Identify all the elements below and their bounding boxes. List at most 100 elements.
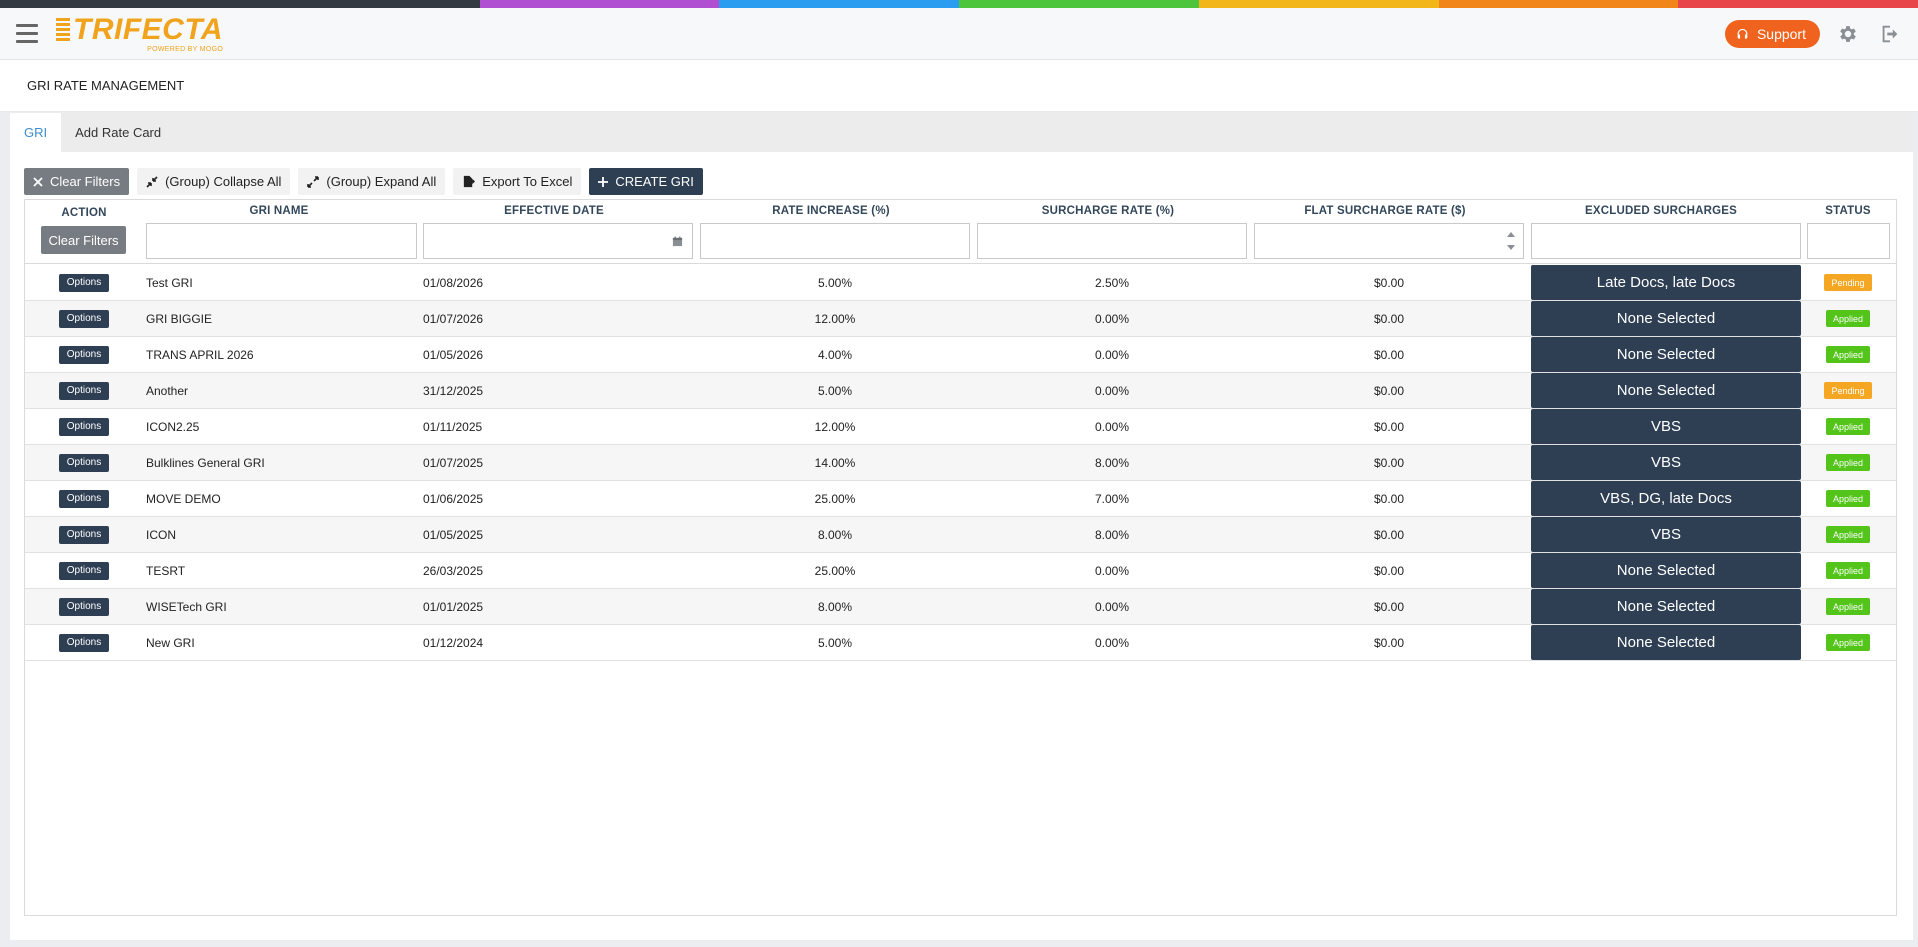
table-row[interactable]: Options WISETech GRI 01/01/2025 8.00% 0.00% $…: [25, 589, 1896, 625]
flat-surcharge-cell: $0.00: [1373, 383, 1405, 398]
excluded-surcharges-cell[interactable]: VBS: [1531, 409, 1801, 444]
table-row[interactable]: Options Another 31/12/2025 5.00% 0.00% $0.00 N…: [25, 373, 1896, 409]
clear-filters-label: Clear Filters: [50, 174, 121, 189]
column-header-rate-increase[interactable]: RATE INCREASE (%): [695, 205, 967, 217]
options-button[interactable]: Options: [58, 417, 110, 436]
excluded-surcharges-cell[interactable]: VBS: [1531, 517, 1801, 552]
plus-icon: [598, 176, 609, 187]
expand-all-button[interactable]: (Group) Expand All: [298, 168, 446, 195]
settings-button[interactable]: [1834, 20, 1862, 48]
column-header-flat-surcharge[interactable]: FLAT SURCHARGE RATE ($): [1249, 205, 1521, 217]
collapse-all-button[interactable]: (Group) Collapse All: [137, 168, 291, 195]
grid-body: Options Test GRI 01/08/2026 5.00% 2.50% $0.00…: [25, 265, 1896, 661]
table-row[interactable]: Options ICON2.25 01/11/2025 12.00% 0.00% $0.0…: [25, 409, 1896, 445]
column-header-gri-name[interactable]: GRI NAME: [143, 205, 415, 217]
excluded-surcharges-cell[interactable]: None Selected: [1531, 625, 1801, 660]
rate-increase-cell: 5.00%: [817, 383, 853, 398]
table-row[interactable]: Options TRANS APRIL 2026 01/05/2026 4.00% 0.…: [25, 337, 1896, 373]
rate-increase-cell: 25.00%: [814, 563, 856, 578]
export-excel-button[interactable]: Export To Excel: [453, 168, 582, 195]
flat-surcharge-cell: $0.00: [1373, 455, 1405, 470]
options-button[interactable]: Options: [58, 309, 110, 328]
table-row[interactable]: Options New GRI 01/12/2024 5.00% 0.00% $0.00 N…: [25, 625, 1896, 661]
rainbow-segment: [239, 0, 480, 8]
excluded-surcharges-cell[interactable]: VBS, DG, late Docs: [1531, 481, 1801, 516]
gri-name-filter-input[interactable]: [146, 223, 417, 259]
status-badge: Applied: [1825, 490, 1871, 507]
headset-icon: [1737, 28, 1748, 39]
status-filter-input[interactable]: [1807, 223, 1890, 259]
table-row[interactable]: Options Bulklines General GRI 01/07/2025 14…: [25, 445, 1896, 481]
status-badge: Applied: [1825, 418, 1871, 435]
rate-increase-filter-input[interactable]: [700, 223, 970, 259]
excluded-surcharges-cell[interactable]: VBS: [1531, 445, 1801, 480]
surcharge-rate-cell: 0.00%: [1094, 311, 1130, 326]
rainbow-segment: [1198, 0, 1439, 8]
rate-increase-cell: 4.00%: [817, 347, 853, 362]
column-header-surcharge-rate[interactable]: SURCHARGE RATE (%): [972, 205, 1244, 217]
gri-name-cell: Another: [146, 383, 189, 398]
action-cell: Options: [25, 553, 143, 588]
calendar-icon[interactable]: [672, 236, 683, 247]
flat-surcharge-filter-input[interactable]: [1254, 223, 1524, 259]
effective-date-cell: 01/06/2025: [423, 491, 484, 506]
excluded-surcharges-cell[interactable]: None Selected: [1531, 553, 1801, 588]
table-row[interactable]: Options ICON 01/05/2025 8.00% 8.00% $0.00 VBS A…: [25, 517, 1896, 553]
effective-date-filter-input[interactable]: [423, 223, 693, 259]
table-row[interactable]: Options MOVE DEMO 01/06/2025 25.00% 7.00% $0.…: [25, 481, 1896, 517]
options-button[interactable]: Options: [58, 633, 110, 652]
options-button[interactable]: Options: [58, 489, 110, 508]
status-badge: Applied: [1825, 346, 1871, 363]
options-button[interactable]: Options: [58, 597, 110, 616]
status-badge: Applied: [1825, 634, 1871, 651]
column-header-effective-date[interactable]: EFFECTIVE DATE: [418, 205, 690, 217]
table-row[interactable]: Options Test GRI 01/08/2026 5.00% 2.50% $0.00…: [25, 265, 1896, 301]
surcharge-rate-filter-input[interactable]: [977, 223, 1247, 259]
gri-name-cell: WISETech GRI: [146, 599, 227, 614]
excluded-surcharges-cell[interactable]: None Selected: [1531, 337, 1801, 372]
surcharge-rate-cell: 0.00%: [1094, 419, 1130, 434]
surcharge-rate-cell: 0.00%: [1094, 383, 1130, 398]
spinner-icon[interactable]: [1507, 230, 1515, 252]
flat-surcharge-cell: $0.00: [1373, 311, 1405, 326]
options-button[interactable]: Options: [58, 525, 110, 544]
flat-surcharge-cell: $0.00: [1373, 599, 1405, 614]
gri-name-cell: Bulklines General GRI: [146, 455, 265, 470]
trifecta-logo[interactable]: TRIFECTA POWERED BY MOGO: [56, 14, 223, 53]
action-cell: Options: [25, 337, 143, 372]
status-cell: Applied: [1801, 481, 1895, 516]
options-button[interactable]: Options: [58, 561, 110, 580]
column-header-status[interactable]: STATUS: [1801, 205, 1895, 217]
clear-filters-button[interactable]: Clear Filters: [24, 168, 130, 195]
excluded-surcharges-cell[interactable]: Late Docs, late Docs: [1531, 265, 1801, 300]
effective-date-cell: 01/08/2026: [423, 275, 484, 290]
table-row[interactable]: Options TESRT 26/03/2025 25.00% 0.00% $0.00 No…: [25, 553, 1896, 589]
header-clear-filters-button[interactable]: Clear Filters: [41, 226, 126, 254]
flat-surcharge-cell: $0.00: [1373, 347, 1405, 362]
options-button[interactable]: Options: [58, 381, 110, 400]
options-button[interactable]: Options: [58, 345, 110, 364]
logout-button[interactable]: [1876, 20, 1904, 48]
support-button[interactable]: Support: [1724, 20, 1820, 48]
column-header-excluded-surcharges[interactable]: EXCLUDED SURCHARGES: [1525, 205, 1797, 217]
rainbow-segment: [1678, 0, 1918, 8]
tab-add-rate-card[interactable]: Add Rate Card: [61, 113, 175, 152]
rate-increase-cell: 8.00%: [817, 527, 853, 542]
table-row[interactable]: Options GRI BIGGIE 01/07/2026 12.00% 0.00% $0…: [25, 301, 1896, 337]
flat-surcharge-cell: $0.00: [1373, 527, 1405, 542]
excluded-surcharges-filter-input[interactable]: [1531, 223, 1801, 259]
status-badge: Applied: [1825, 562, 1871, 579]
surcharge-rate-cell: 8.00%: [1094, 455, 1130, 470]
excluded-surcharges-cell[interactable]: None Selected: [1531, 373, 1801, 408]
create-gri-button[interactable]: CREATE GRI: [589, 168, 703, 195]
rainbow-segment: [1438, 0, 1679, 8]
menu-icon[interactable]: [16, 24, 38, 43]
excluded-surcharges-cell[interactable]: None Selected: [1531, 301, 1801, 336]
action-cell: Options: [25, 265, 143, 300]
excluded-surcharges-cell[interactable]: None Selected: [1531, 589, 1801, 624]
tab-gri[interactable]: GRI: [10, 113, 62, 152]
page-title: GRI RATE MANAGEMENT: [0, 60, 1918, 112]
rainbow-segment: [959, 0, 1199, 8]
options-button[interactable]: Options: [58, 453, 110, 472]
options-button[interactable]: Options: [58, 273, 110, 292]
